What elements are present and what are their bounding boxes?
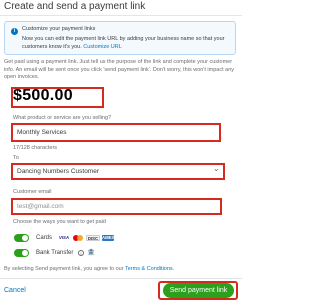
terms-text: By selecting Send payment link, you agre… — [4, 266, 174, 272]
send-payment-link-button[interactable]: Send payment link — [163, 283, 234, 298]
discover-icon: DISC — [86, 235, 100, 241]
mastercard-icon — [72, 235, 84, 241]
visa-icon: VISA — [58, 235, 70, 240]
to-label: To — [13, 155, 19, 161]
bank-transfer-toggle[interactable] — [14, 249, 29, 257]
terms-suffix: . — [172, 266, 175, 272]
cards-toggle[interactable] — [14, 234, 29, 242]
info-card-title: Customize your payment links — [22, 26, 96, 32]
purpose-label: What product or service are you selling? — [13, 115, 112, 121]
amex-icon: AMEX — [102, 235, 115, 241]
footer-divider — [0, 278, 242, 279]
email-value: test@gmail.com — [17, 203, 64, 210]
customer-select-value: Dancing Numbers Customer — [17, 168, 100, 175]
info-card-text: Now you can edit the payment link URL by… — [22, 36, 225, 50]
description-text: Get paid using a payment link. Just tell… — [4, 59, 235, 81]
header-divider — [0, 15, 242, 16]
cards-label: Cards — [36, 235, 53, 241]
bank-info-icon[interactable]: i — [78, 250, 84, 256]
customize-info-card: i Customize your payment links Now you c… — [4, 21, 236, 55]
customize-url-link[interactable]: Customize URL — [83, 44, 122, 50]
dialog-title: Create and send a payment link — [4, 1, 146, 12]
payment-ways-label: Choose the ways you want to get paid — [13, 219, 106, 225]
amount-highlight — [11, 87, 104, 108]
email-label: Customer email — [13, 189, 52, 195]
info-card-body: Now you can edit the payment link URL by… — [22, 35, 232, 51]
terms-prefix: By selecting Send payment link, you agre… — [4, 266, 124, 272]
bank-icon: 🏦 — [87, 249, 96, 256]
purpose-value: Monthly Services — [17, 129, 67, 136]
bank-transfer-label: Bank Transfer — [36, 250, 74, 256]
cancel-button[interactable]: Cancel — [4, 287, 26, 294]
terms-link[interactable]: Terms & Conditions — [125, 266, 173, 272]
chevron-down-icon[interactable]: ⌄ — [213, 164, 220, 173]
char-count: 17/128 characters — [13, 145, 58, 151]
info-icon: i — [11, 28, 18, 35]
